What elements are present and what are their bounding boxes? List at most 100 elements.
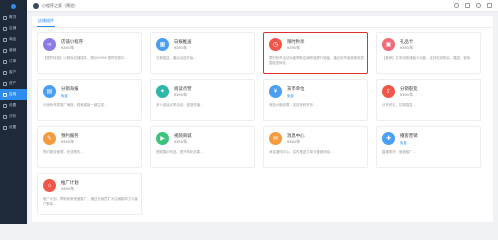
plugin-description: 消息通知中心，实时推送订单与营销消息… — [269, 150, 334, 154]
help-icon[interactable] — [454, 3, 459, 8]
gear-icon — [3, 125, 7, 130]
plugin-description: 【限时特惠】小程序店铺插件，原价¥1999 限时特惠中… — [43, 56, 128, 60]
plugin-title: 限时秒杀 — [287, 39, 305, 44]
sidebar-item-label: 应用 — [9, 92, 17, 96]
user-icon[interactable] — [476, 3, 481, 8]
sidebar-item-label: 设置 — [9, 103, 17, 107]
sidebar-item[interactable]: 商品 — [0, 34, 27, 45]
calendar-icon: ▦ — [156, 38, 169, 51]
plugin-title: 货币单位 — [287, 86, 305, 91]
plugin-title: 礼品卡 — [400, 39, 414, 44]
sidebar-item[interactable]: 概况 — [0, 12, 27, 23]
plugin-card[interactable]: ⇪ 分销裂变 ¥399/年 分享有礼，拉新裂变… — [376, 79, 481, 121]
plugin-card[interactable]: ✦ 阅读点赞 ¥399/年 多人阅读点赞活动，促进传播… — [150, 79, 255, 121]
gift-icon: ▣ — [382, 38, 395, 51]
plugin-card[interactable]: ✎ 预约服务 ¥399/年 预约服务管理，在线预约… — [37, 126, 142, 168]
plugin-price: ¥399/年 — [61, 187, 75, 191]
sidebar-item[interactable]: 设置 — [0, 122, 27, 133]
sidebar: 概况 店铺 商品 营销 订单 客户 资产 应用 设置 分析 设置 — [0, 0, 27, 224]
thumb-icon: ✦ — [156, 85, 169, 98]
plugin-description: 分享有礼，拉新裂变… — [382, 103, 416, 107]
plugin-title: 播客营销 — [400, 133, 418, 138]
plugin-description: 推广计划，帮助商家快速推广，通过分销员扩大店铺影响力与客户群体… — [43, 197, 138, 206]
plugin-price: ¥299/年 — [287, 46, 301, 50]
order-icon — [3, 59, 7, 64]
plugin-card[interactable]: ⌂ 推广计划 ¥399/年 推广计划，帮助商家快速推广，通过分销员扩大店铺影响力与客户… — [37, 173, 142, 215]
plugin-card[interactable]: ✉ 消息中心 ¥399/年消息通知中心，实时推送订单与营销消息… — [263, 126, 368, 168]
plugin-card[interactable]: ∞ 店铺小程序 ¥399/年 【限时特惠】小程序店铺插件，原价¥1999 限时特惠中… — [37, 32, 142, 74]
sidebar-item-label: 设置 — [9, 125, 17, 129]
plugin-price: ¥399/年 — [287, 140, 301, 144]
shop-icon — [3, 26, 7, 31]
plugin-description: 限时秒杀活动功能帮助店铺快速提升销量，通过秒杀营造紧张氛围促进转化… — [269, 56, 364, 65]
tab-plugins[interactable]: 店铺插件 — [37, 16, 55, 27]
poster-icon: ▤ — [43, 85, 56, 98]
panel-header: 店铺插件 — [32, 16, 493, 28]
marketing-icon — [3, 48, 7, 53]
sidebar-item-label: 分析 — [9, 114, 17, 118]
asset-icon — [3, 81, 7, 86]
analysis-icon — [3, 114, 7, 119]
plugin-panel: 店铺插件 ∞ 店铺小程序 ¥399/年 【限时特惠】小程序店铺插件，原价¥1999 限… — [32, 16, 493, 222]
plugin-price: ¥399/年 — [174, 46, 188, 50]
sidebar-item-label: 营销 — [9, 48, 17, 52]
logout-icon[interactable] — [487, 3, 492, 8]
plugin-description: 日报推送，最后派送开始… — [156, 56, 197, 60]
plugin-title: 推广计划 — [61, 180, 79, 185]
plugin-card[interactable]: ✚ 播客营销免费直播带货，营销推广… — [376, 126, 481, 168]
sidebar-item[interactable]: 应用 — [0, 89, 27, 100]
plugin-title: 店铺小程序 — [61, 39, 83, 44]
sidebar-item[interactable]: 资产 — [0, 78, 27, 89]
logo-icon — [11, 3, 16, 9]
shop-name: 小程序之家（预览） — [42, 2, 78, 8]
plugin-title: 消息中心 — [287, 133, 305, 138]
sidebar-item-label: 商品 — [9, 37, 17, 41]
home-icon — [3, 15, 7, 20]
plugin-card[interactable]: ▶ 视频商城 ¥399/年 视频展示商品，提升转化效果… — [150, 126, 255, 168]
podcast-icon: ✚ — [382, 132, 395, 145]
plugin-card[interactable]: ◷ 限时秒杀 ¥299/年限时秒杀活动功能帮助店铺快速提升销量，通过秒杀营造紧张氛围… — [263, 32, 368, 74]
plugin-description: 分销商专属推广海报，精美模板一键生成… — [43, 103, 108, 107]
yen-icon: ¥ — [269, 85, 282, 98]
plugin-card[interactable]: ¥ 货币单位免费商品价格设置，支持多种货币… — [263, 79, 368, 121]
plugin-description: 直播带货，营销推广… — [382, 150, 416, 154]
free-badge: 免费 — [400, 140, 407, 145]
top-actions — [454, 3, 492, 8]
plugin-card[interactable]: ▦ 日报推送 ¥399/年日报推送，最后派送开始… — [150, 32, 255, 74]
share-icon: ⇪ — [382, 85, 395, 98]
logo — [0, 0, 27, 12]
plugin-description: 【推荐】共享消费储值卡功能，支持在线购买、赠送、使用… — [382, 56, 474, 60]
sidebar-item[interactable]: 客户 — [0, 67, 27, 78]
shop-avatar[interactable] — [33, 2, 39, 9]
link-icon: ∞ — [43, 38, 56, 51]
free-badge: 免费 — [287, 93, 294, 98]
plugin-price: ¥399/年 — [174, 93, 188, 97]
sidebar-item-label: 订单 — [9, 59, 17, 63]
plugin-title: 视频商城 — [174, 133, 192, 138]
plugin-description: 预约服务管理，在线预约… — [43, 150, 84, 154]
sidebar-item[interactable]: 店铺 — [0, 23, 27, 34]
reserve-icon: ✎ — [43, 132, 56, 145]
clock-icon: ◷ — [269, 38, 282, 51]
plugin-price: ¥399/年 — [400, 46, 414, 50]
plugin-title: 预约服务 — [61, 133, 79, 138]
sidebar-item-label: 客户 — [9, 70, 17, 74]
plugin-card[interactable]: ▣ 礼品卡 ¥399/年【推荐】共享消费储值卡功能，支持在线购买、赠送、使用… — [376, 32, 481, 74]
plugin-description: 多人阅读点赞活动，促进传播… — [156, 103, 204, 107]
plugin-price: ¥399/年 — [174, 140, 188, 144]
sidebar-item[interactable]: 设置 — [0, 100, 27, 111]
top-bar: 小程序之家（预览） — [27, 0, 498, 12]
sidebar-item[interactable]: 分析 — [0, 111, 27, 122]
plugin-description: 视频展示商品，提升转化效果… — [156, 150, 204, 154]
plugin-card[interactable]: ▤ 分销海报 免费 分销商专属推广海报，精美模板一键生成… — [37, 79, 142, 121]
message-icon: ✉ — [269, 132, 282, 145]
app-root: 概况 店铺 商品 营销 订单 客户 资产 应用 设置 分析 设置 小程序之家（预览） 店铺插件 ∞ 店… — [0, 0, 498, 224]
sidebar-item-label: 店铺 — [9, 26, 17, 30]
plugin-title: 日报推送 — [174, 39, 192, 44]
app-icon — [3, 92, 7, 97]
sidebar-item[interactable]: 营销 — [0, 45, 27, 56]
message-icon[interactable] — [465, 3, 470, 8]
plugin-description: 商品价格设置，支持多种货币… — [269, 103, 317, 107]
sidebar-item[interactable]: 订单 — [0, 56, 27, 67]
goods-icon — [3, 37, 7, 42]
